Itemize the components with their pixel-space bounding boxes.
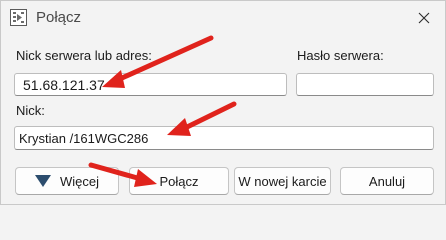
server-address-value: 51.68.121.37 (23, 76, 105, 93)
cancel-button[interactable]: Anuluj (340, 167, 434, 195)
nick-value: Krystian /161WGC286 (19, 130, 149, 146)
expand-triangle-icon (34, 175, 51, 187)
connect-dialog: Połącz Nick serwera lub adres: 51.68.121… (0, 0, 446, 205)
nick-label: Nick: (16, 103, 45, 118)
window-title: Połącz (36, 9, 82, 26)
server-password-label: Hasło serwera: (297, 48, 384, 63)
new-tab-button-label: W nowej karcie (238, 173, 327, 189)
close-icon (418, 12, 430, 24)
title-bar: Połącz (1, 1, 445, 35)
cancel-button-label: Anuluj (368, 173, 406, 189)
connect-button[interactable]: Połącz (129, 167, 229, 195)
connect-button-label: Połącz (159, 173, 199, 189)
server-address-input[interactable]: 51.68.121.37 (14, 73, 287, 96)
connect-app-icon (10, 9, 27, 26)
close-button[interactable] (405, 3, 443, 33)
more-button-label: Więcej (59, 173, 99, 189)
new-tab-button[interactable]: W nowej karcie (234, 167, 331, 195)
more-button[interactable]: Więcej (15, 167, 119, 195)
nick-input[interactable]: Krystian /161WGC286 (14, 126, 434, 150)
server-address-label: Nick serwera lub adres: (16, 48, 152, 63)
server-password-input[interactable] (296, 73, 434, 96)
